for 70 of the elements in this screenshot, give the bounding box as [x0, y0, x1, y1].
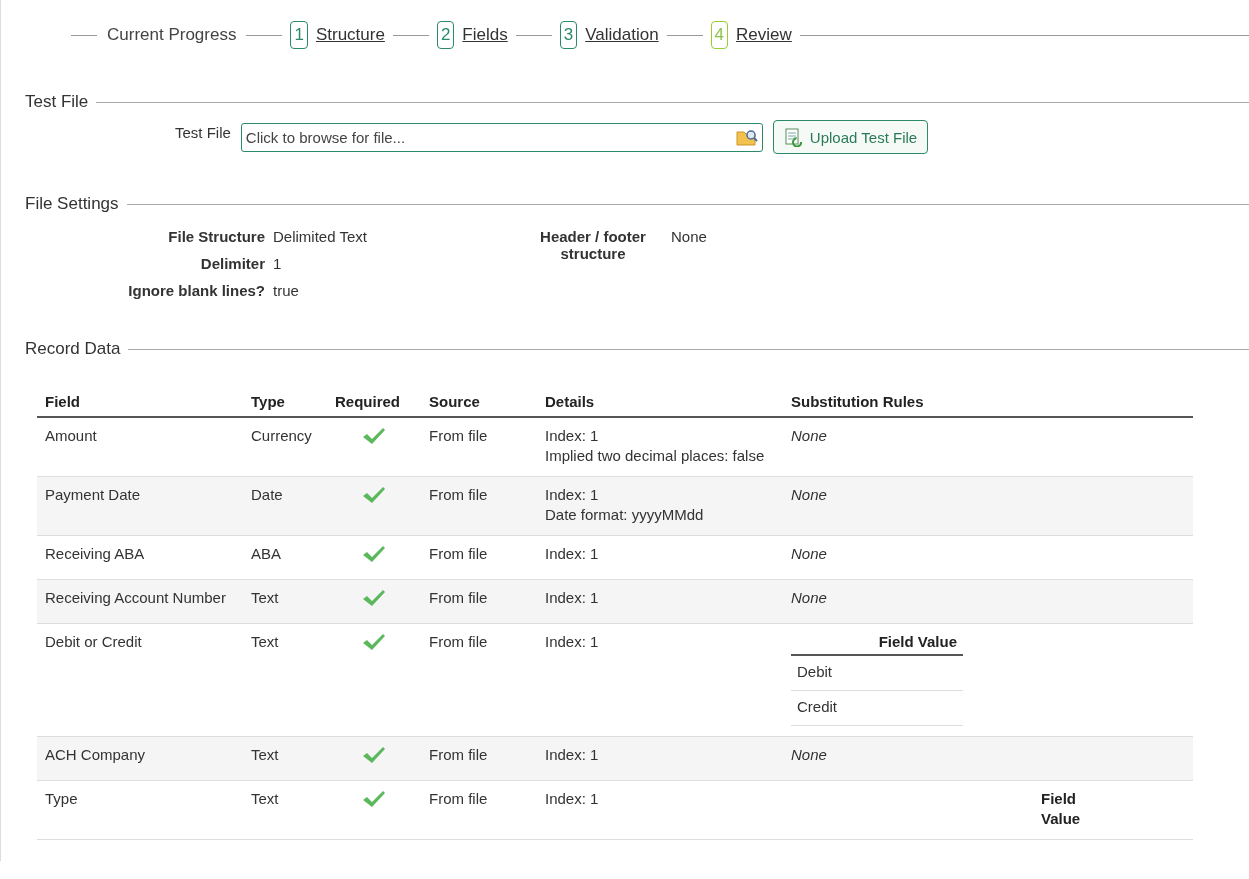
table-cell: Receiving Account Number: [45, 589, 226, 606]
field-label: Test File: [175, 123, 231, 141]
table-cell: None: [791, 589, 827, 606]
table-cell: Payment Date: [45, 486, 141, 503]
table-cell: From file: [429, 486, 488, 503]
table-cell: Text: [251, 746, 279, 763]
section-title: File Settings: [25, 194, 119, 214]
table-cell: Date: [251, 486, 283, 503]
table-cell: Currency: [251, 427, 312, 444]
table-cell: Debit or Credit: [45, 633, 142, 650]
setting-value: 1: [273, 255, 283, 272]
step-number: 4: [710, 21, 729, 49]
column-header: Type: [243, 387, 327, 417]
setting-label: File Structure: [167, 228, 265, 245]
step-number: 1: [290, 21, 308, 49]
step-number: 2: [436, 21, 455, 49]
setting-label: Ignore blank lines?: [127, 282, 265, 299]
table-cell: Receiving ABA: [45, 545, 145, 562]
step-number: 3: [559, 21, 578, 49]
table-cell: From file: [429, 790, 488, 807]
column-header: Field Value: [791, 632, 963, 655]
table-cell: From file: [429, 746, 488, 763]
table-cell: Text: [251, 633, 279, 650]
step-link[interactable]: Validation: [585, 25, 659, 45]
column-header: Details: [537, 387, 783, 417]
table-cell: Type: [45, 790, 78, 807]
detail-text: Index: 1: [545, 544, 600, 564]
detail-text: Index: 1: [545, 426, 600, 446]
table-cell: From file: [429, 589, 488, 606]
column-header: Source: [421, 387, 537, 417]
column-header: Field Value: [1041, 789, 1082, 829]
setting-value: None: [671, 228, 707, 245]
setting-value: Delimited Text: [273, 228, 368, 245]
table-cell: From file: [429, 427, 488, 444]
detail-text: Index: 1: [545, 745, 600, 765]
detail-text: Date format: yyyyMMdd: [545, 505, 705, 525]
table-cell: None: [791, 746, 827, 763]
table-cell: Credit: [797, 698, 837, 715]
section-title: Test File: [25, 92, 89, 112]
table-cell: None: [791, 486, 827, 503]
setting-value: true: [273, 282, 300, 299]
setting-label: Delimiter: [199, 255, 265, 272]
column-header: Field: [37, 387, 243, 417]
table-cell: Debit: [797, 663, 833, 680]
upload-button[interactable]: Upload Test File: [772, 120, 929, 154]
table-cell: Amount: [45, 427, 97, 444]
table-cell: From file: [429, 633, 488, 650]
progress-label: Current Progress: [107, 25, 237, 45]
column-header: Substitution Rules: [783, 387, 1193, 417]
table-cell: None: [791, 427, 827, 444]
table-cell: Text: [251, 589, 279, 606]
detail-text: Index: 1: [545, 632, 600, 652]
detail-text: Index: 1: [545, 588, 600, 608]
file-input-field[interactable]: Click to browse for file...: [240, 123, 763, 152]
section-title: Record Data: [25, 339, 121, 359]
step-link[interactable]: Review: [736, 25, 792, 45]
detail-text: Implied two decimal places: false: [545, 446, 766, 466]
step-link[interactable]: Structure: [315, 25, 385, 45]
table-cell: From file: [429, 545, 488, 562]
table-cell: None: [791, 545, 827, 562]
upload-icon: [783, 127, 804, 147]
folder-icon: [735, 127, 758, 147]
table-cell: ACH Company: [45, 746, 146, 763]
step-link[interactable]: Fields: [462, 25, 508, 45]
table-cell: ABA: [251, 545, 281, 562]
detail-text: Index: 1: [545, 485, 600, 505]
column-header: Required: [327, 387, 421, 417]
detail-text: Index: 1: [545, 789, 600, 809]
setting-label: Header / footer structure: [539, 228, 647, 262]
table-cell: Text: [251, 790, 279, 807]
